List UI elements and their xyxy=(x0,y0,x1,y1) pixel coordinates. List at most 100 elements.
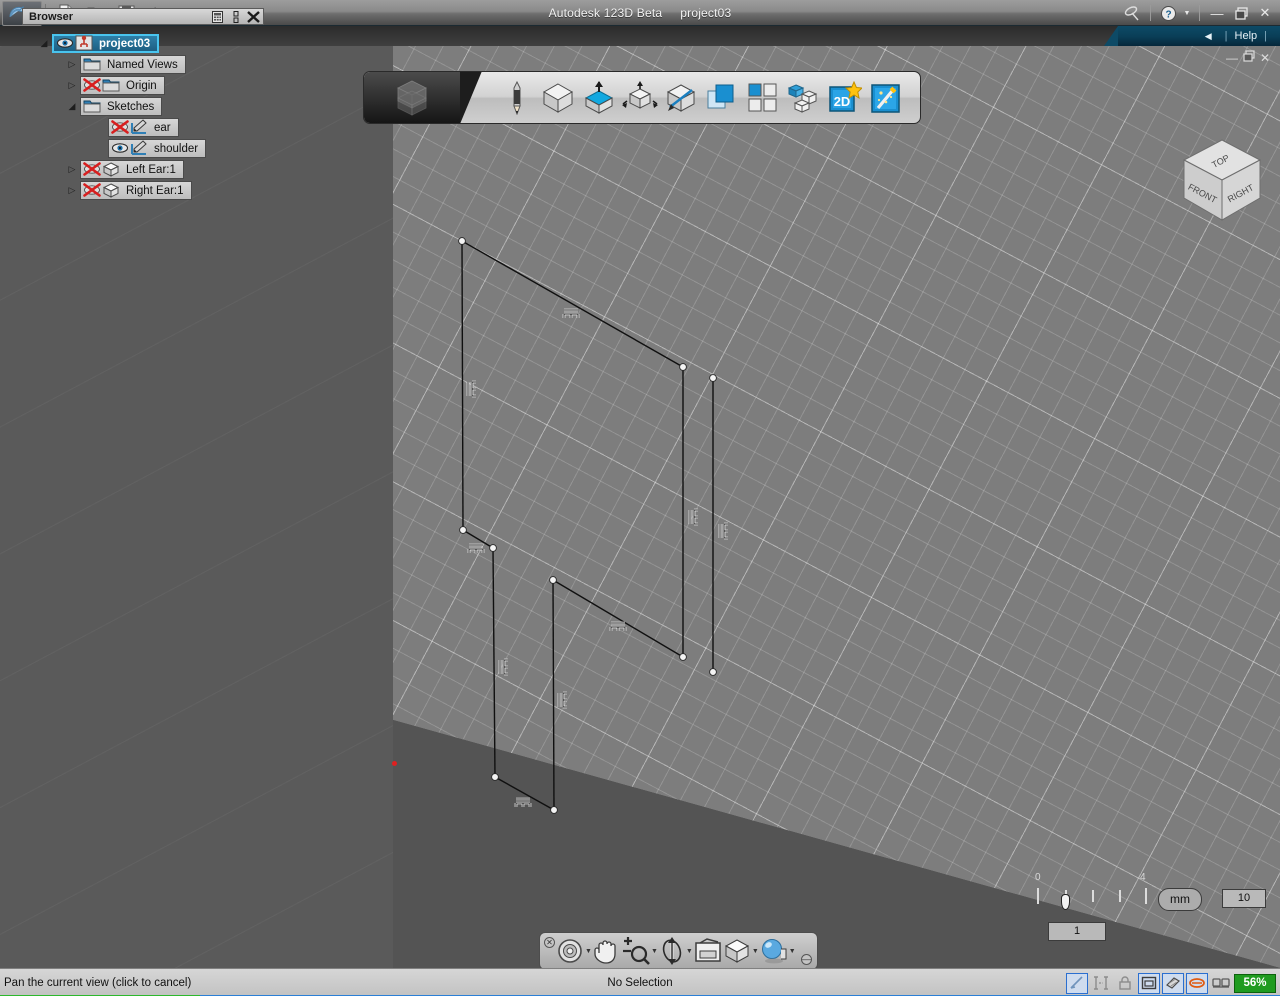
tree-item-chip[interactable]: Right Ear:1 xyxy=(80,181,192,200)
constraint-marker[interactable] xyxy=(557,691,567,709)
sketch-point[interactable] xyxy=(491,773,499,781)
orbit-button[interactable]: ▼ xyxy=(659,935,693,967)
pattern-tool[interactable] xyxy=(661,78,700,117)
plane-toggle[interactable] xyxy=(1162,972,1184,994)
sketch-line[interactable] xyxy=(552,579,684,658)
constraint-marker[interactable] xyxy=(467,543,485,553)
view-toggle[interactable] xyxy=(1138,972,1160,994)
snap-toggle[interactable] xyxy=(1066,972,1088,994)
navbar-close-button[interactable]: ✕ xyxy=(544,937,555,948)
document-restore-button[interactable] xyxy=(1243,50,1255,65)
display-toggle[interactable] xyxy=(1210,973,1232,994)
document-minimize-button[interactable]: — xyxy=(1226,51,1238,65)
steering-wheel-button[interactable]: ▼ xyxy=(556,935,592,967)
chevron-collapsed-icon[interactable]: ▷ xyxy=(64,78,80,94)
tree-item-chip[interactable]: project03 xyxy=(52,34,160,53)
assemble-tool[interactable] xyxy=(784,78,823,117)
sketch-points[interactable] xyxy=(458,237,717,814)
scale-slider-handle[interactable] xyxy=(1061,894,1070,910)
display-style-button[interactable]: ▼ xyxy=(723,935,759,967)
tree-item-chip[interactable]: Sketches xyxy=(80,97,163,116)
sketch-point[interactable] xyxy=(489,544,497,552)
sketch-line[interactable] xyxy=(552,579,555,811)
eye-hidden-icon[interactable] xyxy=(83,182,102,199)
chevron-collapsed-icon[interactable]: ▷ xyxy=(64,162,80,178)
sketch-lines[interactable] xyxy=(461,240,714,811)
eye-hidden-icon[interactable] xyxy=(111,119,130,136)
zoom-button[interactable]: ▼ xyxy=(620,935,658,967)
modify-tool[interactable] xyxy=(620,78,659,117)
material-button[interactable]: ▼ xyxy=(760,935,796,967)
grid-snap-toggle[interactable] xyxy=(1090,973,1112,994)
constraint-marker[interactable] xyxy=(514,797,532,807)
tree-item[interactable]: ▷ Right Ear:1 xyxy=(22,180,264,201)
eye-visible-icon[interactable] xyxy=(56,35,75,52)
pan-button[interactable] xyxy=(593,935,619,967)
tree-item[interactable]: ▷ Origin xyxy=(22,75,264,96)
chevron-collapsed-icon[interactable]: ▷ xyxy=(64,57,80,73)
constraint-marker[interactable] xyxy=(688,508,698,526)
chevron-collapsed-icon[interactable]: ▷ xyxy=(64,183,80,199)
tree-item[interactable]: ear xyxy=(22,117,264,138)
tree-item[interactable]: shoulder xyxy=(22,138,264,159)
constraint-marker[interactable] xyxy=(562,308,580,318)
unit-button[interactable]: mm xyxy=(1158,888,1202,911)
chevron-down-icon[interactable]: ▼ xyxy=(651,948,658,955)
chevron-down-icon[interactable]: ▼ xyxy=(789,948,796,955)
browser-close-button[interactable] xyxy=(245,9,262,24)
primitives-tool[interactable] xyxy=(538,78,577,117)
help-chevron-down-icon[interactable]: ▼ xyxy=(1181,2,1193,24)
eye-hidden-icon[interactable] xyxy=(83,161,102,178)
help-collapse-icon[interactable]: ◀ xyxy=(1205,31,1212,42)
sketch-point[interactable] xyxy=(709,374,717,382)
browser-tree[interactable]: ◢ project03 ▷ Named Views ▷ Origin ◢ Sketches ea… xyxy=(22,33,264,201)
sketch-line[interactable] xyxy=(461,240,684,368)
help-link[interactable]: Help xyxy=(1235,30,1258,42)
tree-item-chip[interactable]: Origin xyxy=(80,76,165,95)
construct-tool[interactable] xyxy=(579,78,618,117)
close-button[interactable]: ✕ xyxy=(1254,2,1276,24)
sketch-point[interactable] xyxy=(709,668,717,676)
tree-item[interactable]: ◢ project03 xyxy=(22,33,264,54)
sketch-tool[interactable] xyxy=(497,78,536,117)
sketch-point[interactable] xyxy=(458,237,466,245)
sketch-line[interactable] xyxy=(461,240,464,531)
tree-item-chip[interactable]: Named Views xyxy=(80,55,186,74)
sketch-point[interactable] xyxy=(549,576,557,584)
tree-item-chip[interactable]: shoulder xyxy=(108,139,207,158)
document-close-button[interactable]: ✕ xyxy=(1260,51,1270,65)
tree-item[interactable]: ▷ Named Views xyxy=(22,54,264,75)
restore-button[interactable] xyxy=(1230,2,1252,24)
chevron-expanded-icon[interactable]: ◢ xyxy=(36,36,52,52)
chevron-expanded-icon[interactable]: ◢ xyxy=(64,99,80,115)
sketch-point[interactable] xyxy=(550,806,558,814)
constraint-marker[interactable] xyxy=(466,380,476,398)
sign-in-icon[interactable] xyxy=(1122,2,1144,24)
sketch-line[interactable] xyxy=(494,776,555,811)
orbit-toggle[interactable] xyxy=(1186,972,1208,994)
chevron-down-icon[interactable]: ▼ xyxy=(686,948,693,955)
eye-hidden-icon[interactable] xyxy=(83,77,102,94)
sketch-point[interactable] xyxy=(459,526,467,534)
view-cube[interactable]: TOP FRONT RIGHT xyxy=(1176,134,1268,226)
constraint-marker[interactable] xyxy=(718,522,728,540)
sketch-point[interactable] xyxy=(679,363,687,371)
tree-item-chip[interactable]: Left Ear:1 xyxy=(80,160,184,179)
constraint-marker[interactable] xyxy=(609,621,627,631)
eye-visible-icon[interactable] xyxy=(111,140,130,157)
browser-filter-button[interactable] xyxy=(209,9,226,24)
smart-tool[interactable] xyxy=(866,78,905,117)
minimize-button[interactable]: — xyxy=(1206,2,1228,24)
help-icon[interactable]: ? xyxy=(1157,2,1179,24)
max-extent-value[interactable]: 10 xyxy=(1222,889,1266,908)
combine-tool[interactable] xyxy=(702,78,741,117)
tree-item-chip[interactable]: ear xyxy=(108,118,179,137)
make-2d-tool[interactable]: 2D xyxy=(825,78,864,117)
chevron-down-icon[interactable]: ▼ xyxy=(585,948,592,955)
sketch-point[interactable] xyxy=(679,653,687,661)
look-at-button[interactable] xyxy=(694,935,722,967)
cube-logo-icon[interactable] xyxy=(364,72,482,123)
constraint-marker[interactable] xyxy=(498,658,508,676)
chevron-down-icon[interactable]: ▼ xyxy=(752,948,759,955)
browser-dock-button[interactable] xyxy=(227,9,244,24)
